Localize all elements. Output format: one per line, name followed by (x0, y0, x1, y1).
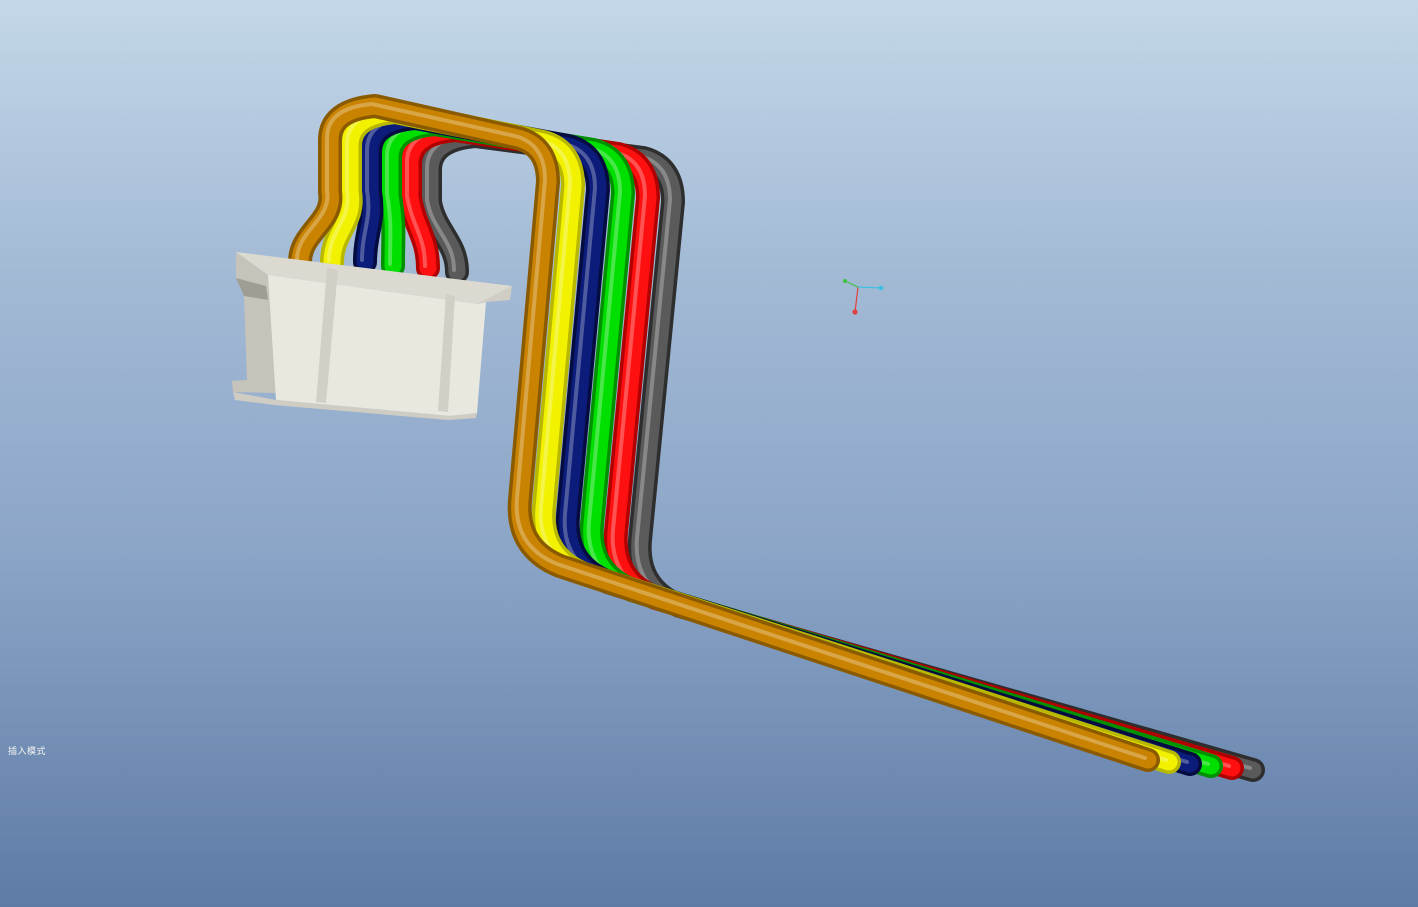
wire-blue[interactable] (356, 109, 1199, 773)
wire-yellow-shadow (320, 100, 1181, 774)
wire-yellow[interactable] (323, 103, 1178, 771)
wire-blue-highlight (360, 114, 1189, 764)
connector-housing[interactable] (232, 252, 512, 420)
coordinate-triad-icon (843, 279, 884, 315)
model-viewport[interactable] (0, 0, 1418, 907)
wire-harness[interactable] (288, 94, 1265, 782)
wire-yellow-highlight (327, 108, 1168, 762)
wire-blue-shadow (353, 106, 1202, 776)
status-message: 插入模式 (8, 747, 47, 757)
wire-green-highlight (385, 120, 1210, 766)
